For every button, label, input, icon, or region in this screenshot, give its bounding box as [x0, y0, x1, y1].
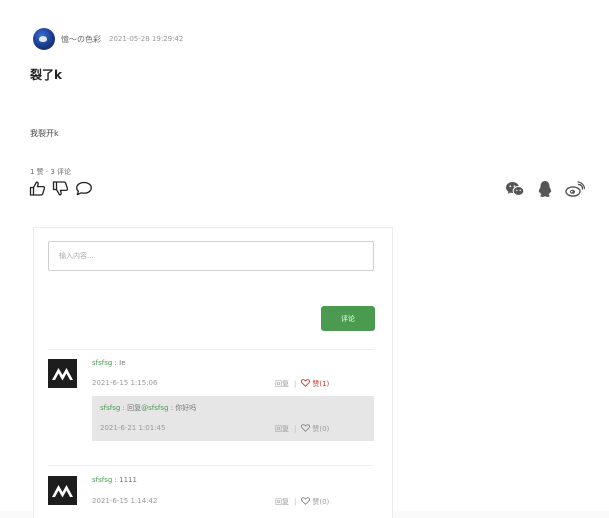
reply-button[interactable]: 回复 — [275, 379, 289, 389]
action-separator: | — [294, 425, 297, 433]
divider — [48, 465, 374, 466]
post-page: 憶～の色彩 2021-05-28 19:29:42 裂了k 我裂开k 1 赞 ·… — [0, 0, 609, 518]
comment-input[interactable] — [48, 241, 374, 271]
like-button[interactable]: 赞(0) — [301, 497, 329, 507]
heart-icon — [301, 424, 311, 434]
like-count: 赞(1) — [312, 380, 330, 388]
reply-header: sfsfsg : 回复@sfsfsg : 你好吗 — [100, 403, 196, 413]
thumb-up-icon[interactable] — [29, 181, 46, 196]
reply-text: : 你好吗 — [168, 404, 197, 412]
comment-username[interactable]: sfsfsg — [92, 359, 112, 367]
like-button[interactable]: 赞(1) — [301, 379, 329, 389]
reply-item: sfsfsg : 回复@sfsfsg : 你好吗 2021-6-21 1:01:… — [92, 396, 374, 441]
author-name[interactable]: 憶～の色彩 — [61, 34, 101, 45]
comment-bubble-icon[interactable] — [75, 181, 93, 196]
action-separator: | — [294, 498, 297, 506]
author-avatar[interactable] — [33, 28, 55, 50]
comment-username[interactable]: sfsfsg — [92, 476, 112, 484]
post-author-row: 憶～の色彩 2021-05-28 19:29:42 — [33, 27, 183, 51]
action-separator: | — [294, 380, 297, 388]
post-body: 我裂开k — [30, 129, 59, 138]
like-button[interactable]: 赞(0) — [301, 424, 329, 434]
comment-time: 2021-6-15 1:14:42 — [92, 497, 158, 505]
thumb-down-icon[interactable] — [52, 181, 69, 196]
like-count: 赞(0) — [312, 425, 330, 433]
comment-text: Ie — [119, 359, 126, 367]
comment-header: sfsfsg : Ie — [92, 359, 126, 367]
commenter-avatar[interactable] — [48, 359, 77, 388]
reply-username[interactable]: sfsfsg — [100, 404, 120, 412]
reply-time: 2021-6-21 1:01:45 — [100, 424, 166, 432]
weibo-icon[interactable] — [565, 181, 586, 201]
post-action-icons — [29, 181, 93, 196]
heart-icon — [301, 379, 311, 389]
commenter-avatar[interactable] — [48, 476, 77, 505]
comment-header: sfsfsg : 1111 — [92, 476, 137, 484]
post-stats: 1 赞 · 3 评论 — [30, 168, 72, 176]
post-title: 裂了k — [30, 68, 62, 82]
reply-button[interactable]: 回复 — [275, 497, 289, 507]
comment-time: 2021-6-15 1:15:06 — [92, 379, 158, 387]
reply-word: 回复 — [127, 404, 142, 412]
comment-item: sfsfsg : Ie 2021-6-15 1:15:06 回复 | 赞(1) … — [48, 359, 374, 449]
reply-target[interactable]: @sfsfsg — [141, 404, 168, 412]
comment-item: sfsfsg : 1111 2021-6-15 1:14:42 回复 | 赞(0… — [48, 476, 374, 516]
reply-button[interactable]: 回复 — [275, 424, 289, 434]
like-count: 赞(0) — [312, 498, 330, 506]
comment-actions: 回复 | 赞(0) — [275, 497, 329, 507]
wechat-icon[interactable] — [505, 181, 525, 201]
comment-actions: 回复 | 赞(1) — [275, 379, 329, 389]
qq-icon[interactable] — [537, 180, 553, 202]
divider — [48, 349, 374, 350]
comment-panel: 评论 sfsfsg : Ie 2021-6-15 1:15:06 回复 | — [33, 227, 393, 518]
post-timestamp: 2021-05-28 19:29:42 — [109, 35, 184, 43]
submit-comment-button[interactable]: 评论 — [321, 306, 375, 331]
comment-text: 1111 — [119, 476, 137, 484]
heart-icon — [301, 497, 311, 507]
reply-actions: 回复 | 赞(0) — [275, 424, 329, 434]
share-icons — [505, 180, 586, 202]
